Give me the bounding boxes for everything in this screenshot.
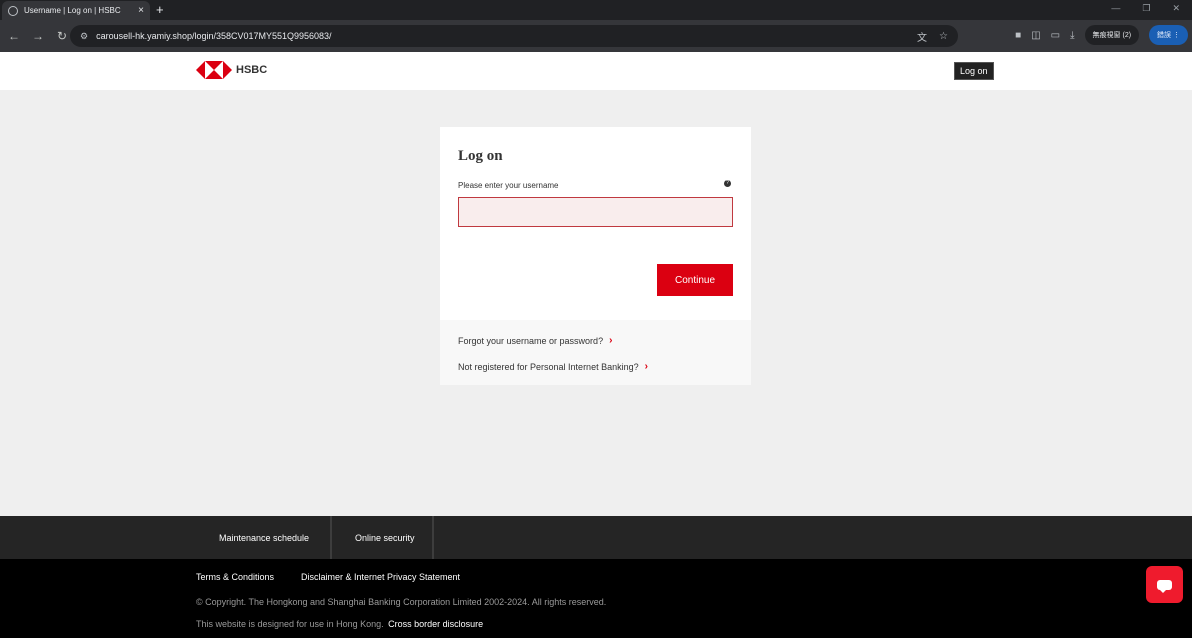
forgot-link-text: Forgot your username or password? [458, 335, 604, 346]
designed-text: This website is designed for use in Hong… [196, 619, 384, 629]
footer-divider [330, 516, 332, 559]
username-input[interactable] [458, 197, 733, 227]
help-icon[interactable]: ? [724, 180, 731, 187]
chevron-right-icon: › [609, 335, 613, 346]
browser-tab[interactable]: Username | Log on | HSBC × [2, 1, 150, 20]
username-label: Please enter your username [458, 181, 559, 190]
designed-for-text: This website is designed for use in Hong… [196, 619, 483, 629]
extension-icon[interactable]: ■ [1015, 30, 1021, 41]
card-footer: Forgot your username or password? › Not … [440, 320, 751, 385]
tab-title: Username | Log on | HSBC [24, 6, 121, 15]
window-controls: — ❐ ✕ [1111, 3, 1180, 14]
star-icon[interactable]: ☆ [939, 31, 948, 42]
register-link-text: Not registered for Personal Internet Ban… [458, 361, 639, 372]
footer-divider [432, 516, 434, 559]
incognito-profile-chip[interactable]: 無痕視窗 (2) [1084, 25, 1140, 45]
footer-nav: Maintenance schedule Online security [0, 516, 1192, 559]
tab-search-icon[interactable]: ▭ [1051, 30, 1060, 41]
url-text: carousell-hk.yamiy.shop/login/358CV017MY… [96, 31, 332, 41]
register-link[interactable]: Not registered for Personal Internet Ban… [458, 361, 648, 372]
terms-link[interactable]: Terms & Conditions [196, 572, 274, 582]
chat-bubble-icon [1157, 579, 1172, 593]
browser-tab-bar: Username | Log on | HSBC × + — ❐ ✕ [0, 0, 1192, 20]
reload-icon[interactable]: ↻ [52, 29, 72, 43]
login-card: Log on Please enter your username ? Cont… [440, 127, 751, 385]
close-window-icon[interactable]: ✕ [1172, 3, 1180, 14]
globe-icon [8, 5, 18, 16]
download-icon[interactable]: ⤓ [1070, 30, 1074, 41]
puzzle-icon[interactable]: ◫ [1031, 30, 1040, 41]
copyright-text: © Copyright. The Hongkong and Shanghai B… [196, 597, 607, 607]
new-tab-icon[interactable]: + [156, 2, 164, 17]
hexagon-logo-icon [196, 61, 232, 79]
chevron-right-icon: › [644, 361, 648, 372]
continue-button[interactable]: Continue [657, 264, 733, 296]
forward-icon[interactable]: → [28, 29, 48, 43]
forgot-credentials-link[interactable]: Forgot your username or password? › [458, 335, 612, 346]
disclaimer-link[interactable]: Disclaimer & Internet Privacy Statement [301, 572, 460, 582]
header-log-on-button[interactable]: Log on [954, 62, 994, 80]
minimize-icon[interactable]: — [1111, 3, 1120, 14]
error-chip[interactable]: 錯誤 ⋮ [1149, 25, 1188, 45]
restore-icon[interactable]: ❐ [1142, 3, 1150, 14]
logo-text: HSBC [236, 64, 268, 76]
footer-main: Terms & Conditions Disclaimer & Internet… [0, 559, 1192, 638]
site-header: HSBC Log on [0, 52, 1192, 90]
back-icon[interactable]: ← [4, 29, 24, 43]
card-title: Log on [458, 148, 503, 164]
maintenance-schedule-link[interactable]: Maintenance schedule [219, 516, 309, 559]
translate-icon[interactable]: 文 [917, 29, 927, 44]
browser-toolbar: ← → ↻ ⚙ carousell-hk.yamiy.shop/login/35… [0, 20, 1192, 52]
site-info-icon[interactable]: ⚙ [80, 31, 88, 42]
tab-close-icon[interactable]: × [138, 5, 144, 16]
address-bar[interactable]: ⚙ carousell-hk.yamiy.shop/login/358CV017… [70, 25, 958, 47]
cross-border-link[interactable]: Cross border disclosure [388, 619, 483, 629]
chat-button[interactable] [1146, 566, 1183, 603]
online-security-link[interactable]: Online security [355, 516, 415, 559]
hsbc-logo[interactable]: HSBC [196, 61, 267, 79]
toolbar-right: ■ ◫ ▭ ⤓ 無痕視窗 (2) 錯誤 ⋮ [1015, 25, 1188, 45]
